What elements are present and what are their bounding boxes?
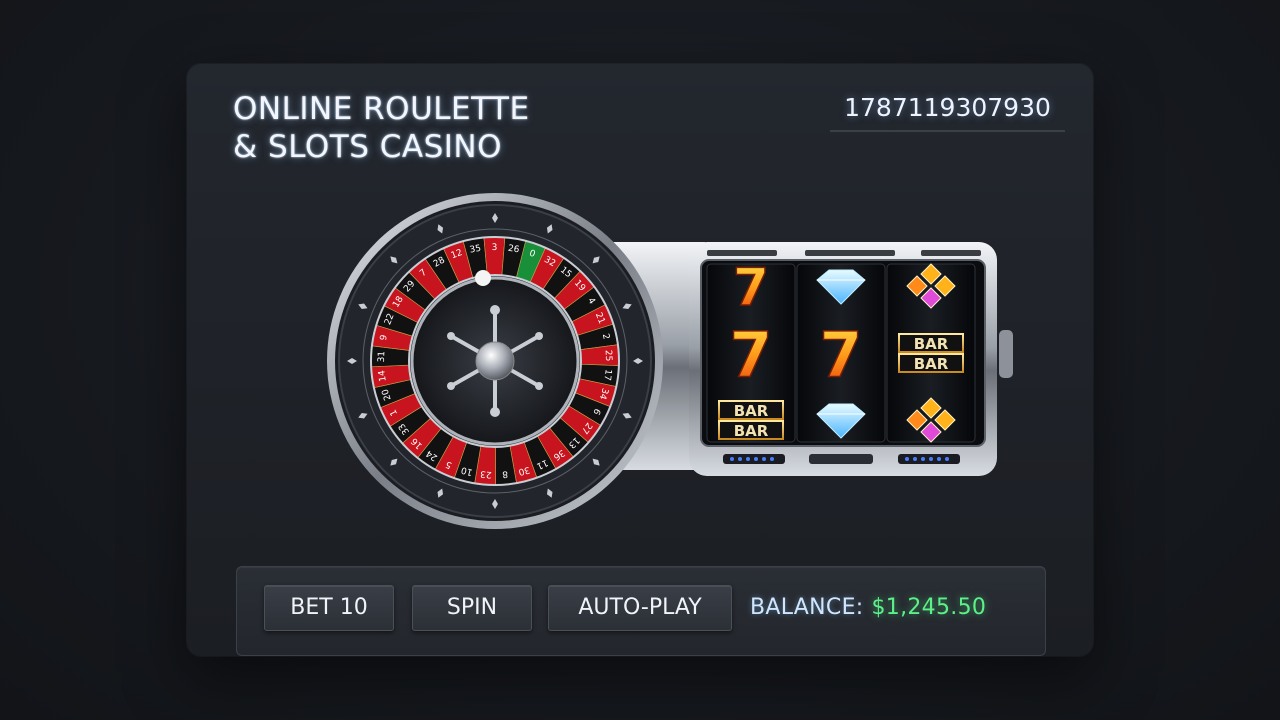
bet-button[interactable]: BET 10 [264,585,394,631]
roulette-number: 14 [377,369,388,382]
slot-lever[interactable] [999,330,1013,378]
title-line-1: ONLINE ROULETTE [233,91,530,127]
slot-symbol-seven: 7 [819,318,864,393]
svg-text:7: 7 [819,319,862,392]
slot-symbol-seven: 7 [729,318,774,393]
slot-symbol-seven: 7 [732,257,770,319]
title-line-2: & SLOTS CASINO [233,129,503,165]
roulette-number: 31 [377,351,387,363]
svg-text:BAR: BAR [914,355,949,373]
reel-indicators [723,454,960,464]
slot-symbol-bar: BAR BAR [898,333,964,373]
svg-text:BAR: BAR [734,402,769,420]
roulette-ball [475,270,491,286]
balance-label: BALANCE: [750,595,864,620]
roulette-number: 17 [601,369,612,382]
roulette-number: 25 [603,350,614,362]
roulette-number: 3 [492,243,498,253]
page-title: ONLINE ROULETTE & SLOTS CASINO [233,90,653,166]
svg-text:7: 7 [733,258,769,318]
roulette-wheel[interactable]: 0321519421225173462713361130823105241633… [327,193,663,529]
roulette-number: 8 [502,468,509,478]
balance-display: BALANCE: $1,245.50 [750,588,986,628]
roulette-number: 26 [507,244,520,256]
slot-symbol-bar: BAR BAR [718,400,784,440]
casino-machine: 0321519421225173462713361130823105241633… [327,193,1013,529]
balance-value: $1,245.50 [871,595,987,620]
roulette-number: 23 [480,468,492,479]
autoplay-button[interactable]: AUTO-PLAY [548,585,732,631]
svg-text:BAR: BAR [914,335,949,353]
spin-button[interactable]: SPIN [412,585,532,631]
svg-text:BAR: BAR [734,422,769,440]
game-id: 1787119307930 [830,90,1065,132]
roulette-number: 35 [469,244,482,256]
slot-machine[interactable]: 77 BAR BAR 7 BAR BAR [689,242,1013,476]
svg-text:7: 7 [729,319,772,392]
